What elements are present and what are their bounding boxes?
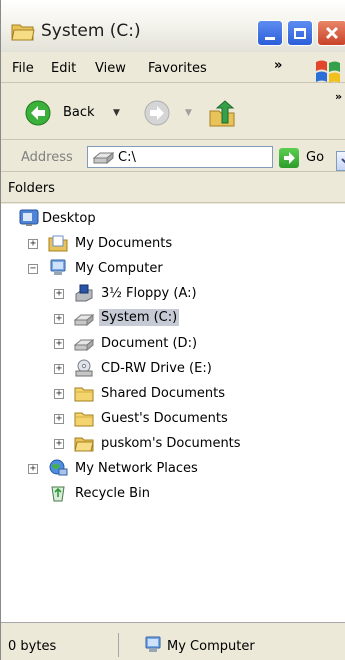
explorer-window: System (C:) File Edit View Favorites » B… (0, 0, 345, 660)
back-dropdown-caret[interactable]: ▼ (113, 108, 120, 118)
expand-plus-icon[interactable]: + (54, 364, 64, 374)
tree-label-document-d: Document (D:) (101, 336, 198, 351)
tree-item-floppy[interactable]: + 3½ Floppy (A:) (1, 283, 345, 305)
title-bar[interactable]: System (C:) (1, 0, 345, 52)
menu-view[interactable]: View (95, 61, 126, 76)
folder-icon (74, 387, 94, 402)
status-bar: 0 bytes My Computer (1, 622, 345, 660)
hard-drive-icon (74, 313, 94, 327)
tree-item-puskoms-documents[interactable]: + puskom's Documents (1, 433, 345, 455)
close-button[interactable] (317, 20, 345, 46)
minimize-icon (265, 36, 275, 40)
maximize-button[interactable] (287, 20, 313, 46)
tree-item-guests-documents[interactable]: + Guest's Documents (1, 408, 345, 430)
folder-icon (74, 412, 94, 427)
expand-plus-icon[interactable]: + (54, 314, 64, 324)
menu-overflow-chevron[interactable]: » (274, 58, 282, 73)
address-bar: Address C:\ Go (1, 142, 345, 172)
address-dropdown-button[interactable] (336, 151, 345, 171)
folder-up-icon[interactable] (207, 99, 237, 129)
expand-plus-icon[interactable]: + (28, 464, 38, 474)
tree-label-floppy: 3½ Floppy (A:) (101, 286, 197, 301)
menu-file[interactable]: File (12, 61, 34, 76)
tree-label-recycle-bin: Recycle Bin (75, 486, 150, 501)
tree-item-document-d[interactable]: + Document (D:) (1, 333, 345, 355)
folders-header-label: Folders (8, 181, 55, 196)
tree-label-my-computer: My Computer (75, 261, 163, 276)
toolbar-overflow-chevron[interactable]: » (335, 90, 342, 103)
tree-label-shared-documents: Shared Documents (101, 386, 226, 401)
menu-edit[interactable]: Edit (51, 61, 76, 76)
tree-item-desktop[interactable]: Desktop (1, 208, 345, 230)
forward-dropdown-caret: ▼ (185, 108, 192, 118)
cd-drive-icon (75, 359, 93, 377)
address-value: C:\ (118, 150, 136, 165)
menu-bar: File Edit View Favorites » (1, 55, 345, 83)
tree-item-my-network-places[interactable]: + My Network Places (1, 458, 345, 480)
status-location: My Computer (167, 639, 255, 654)
open-folder-icon (11, 24, 35, 41)
floppy-drive-icon (75, 284, 93, 302)
network-places-icon (49, 459, 68, 476)
back-arrow-icon[interactable] (25, 100, 51, 126)
recycle-bin-icon (51, 486, 65, 502)
go-button[interactable] (279, 148, 299, 168)
collapse-minus-icon[interactable]: − (28, 264, 38, 274)
expand-plus-icon[interactable]: + (28, 239, 38, 249)
tree-item-shared-documents[interactable]: + Shared Documents (1, 383, 345, 405)
expand-plus-icon[interactable]: + (54, 414, 64, 424)
go-arrow-icon (284, 152, 295, 164)
tree-label-system-c: System (C:) (99, 309, 180, 326)
address-label: Address (21, 150, 73, 165)
expand-plus-icon[interactable]: + (54, 439, 64, 449)
toolbar: Back ▼ ▼ » (1, 86, 345, 140)
close-icon (325, 26, 339, 40)
hard-drive-icon (74, 338, 94, 352)
go-label[interactable]: Go (306, 150, 324, 165)
desktop-icon (19, 209, 39, 226)
chevron-down-icon (341, 158, 345, 164)
forward-arrow-icon (144, 100, 170, 126)
tree-label-my-documents: My Documents (75, 236, 173, 251)
tree-label-my-network-places: My Network Places (75, 461, 198, 476)
window-title: System (C:) (41, 21, 141, 41)
expand-plus-icon[interactable]: + (54, 289, 64, 299)
my-computer-icon (50, 259, 66, 275)
tree-item-my-computer[interactable]: − My Computer (1, 258, 345, 280)
tree-item-cdrw-e[interactable]: + CD-RW Drive (E:) (1, 358, 345, 380)
tree-label-guests-documents: Guest's Documents (101, 411, 228, 426)
hard-drive-icon (92, 152, 114, 164)
my-documents-folder-icon (48, 235, 68, 252)
my-computer-icon (145, 636, 161, 652)
tree-label-puskoms-documents: puskom's Documents (101, 436, 241, 451)
tree-label-cdrw-e: CD-RW Drive (E:) (101, 361, 212, 376)
folder-icon (74, 437, 94, 452)
expand-plus-icon[interactable]: + (54, 339, 64, 349)
status-divider (118, 633, 119, 657)
tree-item-system-c[interactable]: + System (C:) (1, 308, 345, 330)
maximize-icon (294, 27, 306, 39)
tree-item-recycle-bin[interactable]: Recycle Bin (1, 483, 345, 505)
minimize-button[interactable] (257, 20, 283, 46)
folders-pane-header: Folders (1, 175, 345, 203)
tree-item-my-documents[interactable]: + My Documents (1, 233, 345, 255)
address-input[interactable]: C:\ (87, 146, 345, 171)
expand-plus-icon[interactable]: + (54, 389, 64, 399)
tree-label-desktop: Desktop (42, 211, 96, 226)
windows-logo-icon (316, 60, 340, 83)
menu-favorites[interactable]: Favorites (148, 61, 207, 76)
back-button-label[interactable]: Back (63, 105, 95, 120)
status-size: 0 bytes (8, 639, 57, 654)
folder-tree: Desktop + My Documents − My Computer + 3… (1, 204, 345, 622)
